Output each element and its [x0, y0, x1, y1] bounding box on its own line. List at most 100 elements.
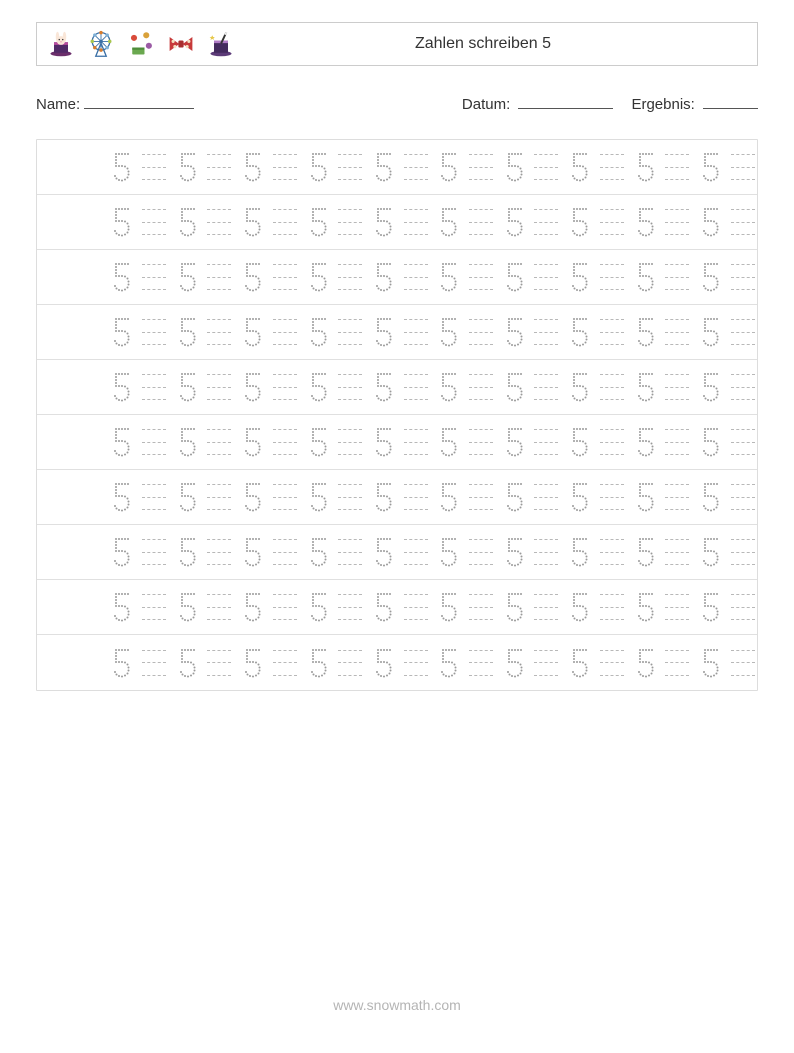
tracing-digit-5[interactable]: [369, 313, 398, 351]
tracing-blank-slot[interactable]: [336, 313, 365, 351]
tracing-blank-slot[interactable]: [271, 148, 300, 186]
tracing-blank-slot[interactable]: [401, 313, 430, 351]
tracing-digit-5[interactable]: [696, 368, 725, 406]
tracing-blank-slot[interactable]: [401, 588, 430, 626]
tracing-digit-5[interactable]: [369, 588, 398, 626]
tracing-blank-slot[interactable]: [205, 644, 234, 682]
tracing-blank-slot[interactable]: [205, 478, 234, 516]
tracing-blank-slot[interactable]: [728, 588, 757, 626]
tracing-blank-slot[interactable]: [336, 478, 365, 516]
tracing-blank-slot[interactable]: [401, 644, 430, 682]
tracing-blank-slot[interactable]: [205, 203, 234, 241]
tracing-digit-5[interactable]: [630, 423, 659, 461]
tracing-digit-5[interactable]: [434, 203, 463, 241]
tracing-blank-slot[interactable]: [598, 533, 627, 571]
tracing-blank-slot[interactable]: [271, 258, 300, 296]
tracing-digit-5[interactable]: [303, 478, 332, 516]
tracing-digit-5[interactable]: [172, 533, 201, 571]
tracing-digit-5[interactable]: [630, 478, 659, 516]
tracing-blank-slot[interactable]: [467, 478, 496, 516]
tracing-digit-5[interactable]: [499, 644, 528, 682]
tracing-blank-slot[interactable]: [336, 148, 365, 186]
tracing-digit-5[interactable]: [565, 423, 594, 461]
tracing-blank-slot[interactable]: [467, 533, 496, 571]
tracing-digit-5[interactable]: [238, 258, 267, 296]
tracing-blank-slot[interactable]: [401, 533, 430, 571]
tracing-digit-5[interactable]: [565, 368, 594, 406]
tracing-blank-slot[interactable]: [728, 478, 757, 516]
tracing-digit-5[interactable]: [303, 644, 332, 682]
tracing-blank-slot[interactable]: [205, 258, 234, 296]
tracing-digit-5[interactable]: [107, 313, 136, 351]
tracing-digit-5[interactable]: [434, 533, 463, 571]
tracing-blank-slot[interactable]: [271, 313, 300, 351]
tracing-blank-slot[interactable]: [467, 258, 496, 296]
tracing-blank-slot[interactable]: [598, 644, 627, 682]
tracing-digit-5[interactable]: [630, 588, 659, 626]
tracing-blank-slot[interactable]: [598, 368, 627, 406]
tracing-digit-5[interactable]: [630, 258, 659, 296]
tracing-blank-slot[interactable]: [532, 644, 561, 682]
tracing-digit-5[interactable]: [499, 148, 528, 186]
tracing-digit-5[interactable]: [499, 258, 528, 296]
tracing-digit-5[interactable]: [238, 423, 267, 461]
tracing-digit-5[interactable]: [172, 313, 201, 351]
tracing-blank-slot[interactable]: [532, 588, 561, 626]
tracing-digit-5[interactable]: [107, 533, 136, 571]
tracing-blank-slot[interactable]: [401, 148, 430, 186]
tracing-digit-5[interactable]: [303, 258, 332, 296]
tracing-digit-5[interactable]: [369, 423, 398, 461]
tracing-blank-slot[interactable]: [532, 313, 561, 351]
tracing-digit-5[interactable]: [107, 258, 136, 296]
tracing-blank-slot[interactable]: [728, 313, 757, 351]
tracing-digit-5[interactable]: [107, 148, 136, 186]
tracing-blank-slot[interactable]: [140, 644, 169, 682]
tracing-digit-5[interactable]: [172, 368, 201, 406]
tracing-blank-slot[interactable]: [336, 258, 365, 296]
tracing-blank-slot[interactable]: [401, 368, 430, 406]
tracing-digit-5[interactable]: [369, 533, 398, 571]
tracing-digit-5[interactable]: [107, 644, 136, 682]
tracing-digit-5[interactable]: [434, 258, 463, 296]
tracing-digit-5[interactable]: [565, 203, 594, 241]
tracing-digit-5[interactable]: [696, 644, 725, 682]
tracing-digit-5[interactable]: [369, 258, 398, 296]
tracing-digit-5[interactable]: [499, 423, 528, 461]
tracing-digit-5[interactable]: [434, 644, 463, 682]
tracing-digit-5[interactable]: [107, 423, 136, 461]
tracing-blank-slot[interactable]: [336, 644, 365, 682]
tracing-digit-5[interactable]: [630, 644, 659, 682]
tracing-blank-slot[interactable]: [401, 478, 430, 516]
tracing-blank-slot[interactable]: [140, 148, 169, 186]
tracing-digit-5[interactable]: [238, 644, 267, 682]
tracing-blank-slot[interactable]: [140, 313, 169, 351]
tracing-blank-slot[interactable]: [663, 148, 692, 186]
tracing-blank-slot[interactable]: [271, 644, 300, 682]
tracing-digit-5[interactable]: [369, 203, 398, 241]
tracing-blank-slot[interactable]: [140, 423, 169, 461]
tracing-blank-slot[interactable]: [271, 203, 300, 241]
tracing-blank-slot[interactable]: [336, 203, 365, 241]
tracing-digit-5[interactable]: [630, 313, 659, 351]
tracing-blank-slot[interactable]: [728, 258, 757, 296]
tracing-blank-slot[interactable]: [205, 148, 234, 186]
tracing-digit-5[interactable]: [434, 368, 463, 406]
tracing-digit-5[interactable]: [565, 148, 594, 186]
tracing-digit-5[interactable]: [696, 313, 725, 351]
tracing-blank-slot[interactable]: [467, 368, 496, 406]
tracing-blank-slot[interactable]: [140, 478, 169, 516]
tracing-blank-slot[interactable]: [401, 258, 430, 296]
tracing-digit-5[interactable]: [238, 478, 267, 516]
result-blank[interactable]: [703, 94, 758, 109]
tracing-blank-slot[interactable]: [728, 368, 757, 406]
tracing-blank-slot[interactable]: [532, 423, 561, 461]
tracing-blank-slot[interactable]: [663, 313, 692, 351]
tracing-digit-5[interactable]: [434, 588, 463, 626]
tracing-digit-5[interactable]: [172, 644, 201, 682]
tracing-blank-slot[interactable]: [205, 313, 234, 351]
tracing-digit-5[interactable]: [696, 533, 725, 571]
tracing-blank-slot[interactable]: [271, 423, 300, 461]
tracing-digit-5[interactable]: [565, 478, 594, 516]
tracing-digit-5[interactable]: [630, 368, 659, 406]
tracing-digit-5[interactable]: [238, 368, 267, 406]
